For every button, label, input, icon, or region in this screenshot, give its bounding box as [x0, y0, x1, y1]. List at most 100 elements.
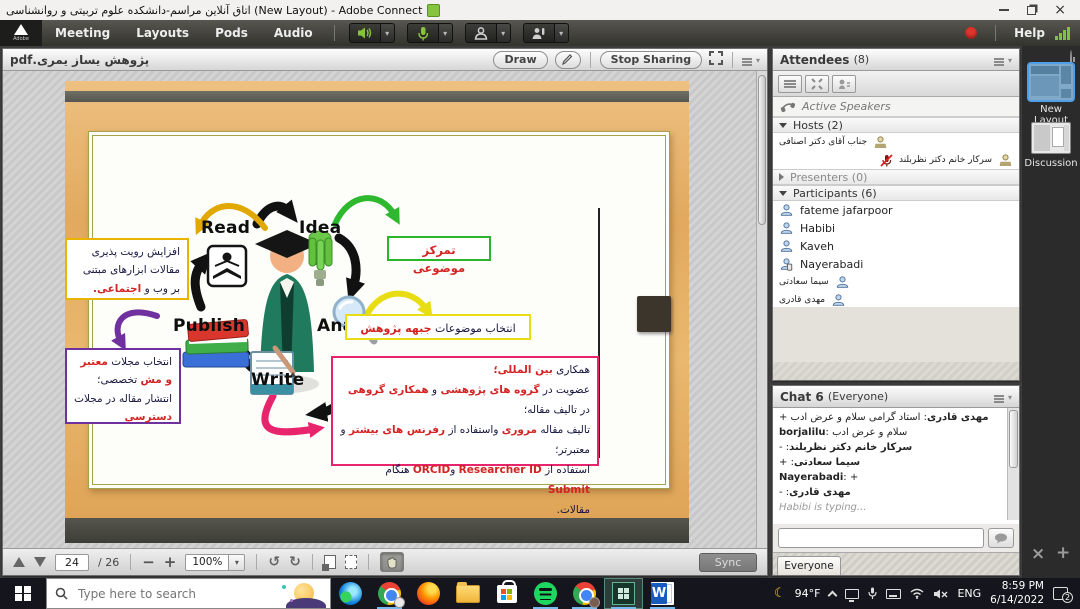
taskbar-firefox-icon[interactable]: [409, 578, 448, 609]
grid-view-icon[interactable]: [805, 75, 829, 93]
previous-page-icon[interactable]: [13, 557, 25, 567]
taskbar-word-icon[interactable]: W: [643, 578, 682, 609]
stop-sharing-button[interactable]: Stop Sharing: [600, 51, 703, 69]
start-button[interactable]: [0, 578, 46, 609]
muted-speaker-icon[interactable]: [933, 588, 948, 600]
zoom-dropdown-icon[interactable]: ▾: [229, 554, 245, 571]
taskbar-file-explorer-icon[interactable]: [448, 578, 487, 609]
webcam-button[interactable]: ▾: [465, 23, 511, 43]
layout-thumbnail-discussion[interactable]: [1031, 122, 1071, 154]
hosts-section-header[interactable]: Hosts (2): [773, 117, 1019, 133]
next-page-icon[interactable]: [34, 557, 46, 567]
menu-meeting[interactable]: Meeting: [42, 26, 123, 40]
share-pod-menu-icon[interactable]: ▾: [742, 53, 760, 66]
connection-signal-icon[interactable]: [1055, 27, 1070, 40]
clock[interactable]: 8:59 PM 6/14/2022: [990, 580, 1044, 606]
pen-tool-button[interactable]: [555, 51, 581, 69]
rotate-right-icon[interactable]: ↻: [289, 555, 301, 569]
share-scrollbar[interactable]: [756, 71, 767, 549]
attendee-row[interactable]: سیما سعادتی: [773, 273, 1019, 291]
divider: [732, 52, 733, 68]
layout-label-discussion[interactable]: Discussion: [1022, 158, 1080, 169]
speaker-button[interactable]: ▾: [349, 23, 395, 43]
menu-pods[interactable]: Pods: [202, 26, 261, 40]
action-center-icon[interactable]: 2: [1053, 587, 1068, 600]
taskbar-search[interactable]: [46, 578, 331, 609]
chat-message-input[interactable]: [778, 528, 984, 548]
chat-message: مهدی قادری: -: [779, 487, 1001, 498]
close-icon[interactable]: ×: [1054, 3, 1066, 17]
close-layout-icon[interactable]: ×: [1031, 544, 1045, 564]
restore-icon[interactable]: [1027, 6, 1036, 15]
pan-tool-button[interactable]: [380, 552, 404, 572]
raise-hand-button[interactable]: ▾: [523, 23, 569, 43]
microphone-button[interactable]: ▾: [407, 23, 453, 43]
taskbar-chrome-icon[interactable]: [370, 578, 409, 609]
microphone-tray-icon[interactable]: [868, 587, 877, 600]
display-tray-icon[interactable]: [845, 589, 859, 599]
taskbar-spotify-icon[interactable]: [526, 578, 565, 609]
list-view-icon[interactable]: [778, 75, 802, 93]
attendee-row-host[interactable]: جناب آقای دکتر اصنافی: [773, 133, 1019, 151]
fullscreen-button[interactable]: [709, 51, 723, 68]
chat-scrollbar[interactable]: [1007, 408, 1019, 520]
weather-moon-icon[interactable]: ☾: [774, 586, 786, 601]
microphone-dropdown-icon[interactable]: ▾: [439, 23, 453, 43]
speaker-icon[interactable]: [349, 23, 381, 43]
participant-avatar-icon: [779, 239, 794, 253]
attendee-row[interactable]: Habibi: [773, 219, 1019, 237]
search-weather-illustration: [280, 581, 326, 608]
attendees-view-toolbar: [773, 71, 1019, 97]
menu-layouts[interactable]: Layouts: [123, 26, 202, 40]
tray-expand-icon[interactable]: [828, 590, 838, 600]
badge-view-icon[interactable]: [832, 75, 856, 93]
taskbar-adobe-connect-icon[interactable]: [604, 578, 643, 609]
layout-thumbnail-new-layout[interactable]: [1029, 64, 1073, 100]
wifi-icon[interactable]: [910, 588, 924, 599]
adobe-connect-app-icon: [427, 4, 440, 17]
participant-avatar-icon: [779, 221, 794, 235]
chat-pod-menu-icon[interactable]: ▾: [994, 390, 1012, 403]
minimize-icon[interactable]: [999, 9, 1009, 11]
zoom-level-value[interactable]: 100%: [185, 554, 229, 571]
speaker-dropdown-icon[interactable]: ▾: [381, 23, 395, 43]
attendee-row-host[interactable]: سرکار خانم دکتر نظربلند: [773, 151, 1019, 169]
microphone-icon[interactable]: [407, 23, 439, 43]
zoom-in-icon[interactable]: +: [164, 555, 177, 570]
taskbar-chrome2-icon[interactable]: [565, 578, 604, 609]
zoom-level-select[interactable]: 100% ▾: [185, 554, 245, 571]
presenters-section-header[interactable]: Presenters (0): [773, 169, 1019, 185]
temperature-label[interactable]: 94°F: [795, 587, 821, 600]
pen-icon: [562, 54, 573, 65]
participants-section-header[interactable]: Participants (6): [773, 185, 1019, 201]
menu-audio[interactable]: Audio: [261, 26, 326, 40]
sync-button[interactable]: Sync: [699, 553, 757, 572]
touch-keyboard-icon[interactable]: [886, 589, 901, 599]
add-layout-icon[interactable]: +: [1056, 543, 1070, 563]
language-indicator[interactable]: ENG: [957, 587, 981, 600]
webcam-dropdown-icon[interactable]: ▾: [497, 23, 511, 43]
webcam-icon[interactable]: [465, 23, 497, 43]
attendees-pod-menu-icon[interactable]: ▾: [994, 53, 1012, 66]
attendee-row[interactable]: Nayerabadi: [773, 255, 1019, 273]
attendee-row[interactable]: fateme jafarpoor: [773, 201, 1019, 219]
draw-button[interactable]: Draw: [493, 51, 547, 69]
raise-hand-dropdown-icon[interactable]: ▾: [555, 23, 569, 43]
send-message-button[interactable]: [988, 528, 1014, 548]
page-number-input[interactable]: [55, 554, 89, 571]
attendee-row[interactable]: Kaveh: [773, 237, 1019, 255]
taskbar-store-icon[interactable]: [487, 578, 526, 609]
expand-arrow-icon: [779, 173, 784, 181]
help-menu[interactable]: Help: [1014, 26, 1045, 40]
share-pod-header: پژوهش یساز یمری.pdf Draw Stop Sharing ▾: [3, 49, 767, 71]
zoom-out-icon[interactable]: −: [142, 555, 155, 570]
attendee-name: Nayerabadi: [800, 258, 863, 271]
fit-width-icon[interactable]: [345, 555, 357, 569]
tab-everyone[interactable]: Everyone: [777, 556, 841, 575]
taskbar-edge-icon[interactable]: [331, 578, 370, 609]
window-title: اتاق آنلاین مراسم-دانشکده علوم تربیتی و …: [6, 4, 422, 17]
chat-header: Chat 6 (Everyone) ▾: [773, 386, 1019, 408]
raise-hand-icon[interactable]: [523, 23, 555, 43]
rotate-left-icon[interactable]: ↺: [268, 555, 280, 569]
fit-page-icon[interactable]: [324, 555, 336, 569]
